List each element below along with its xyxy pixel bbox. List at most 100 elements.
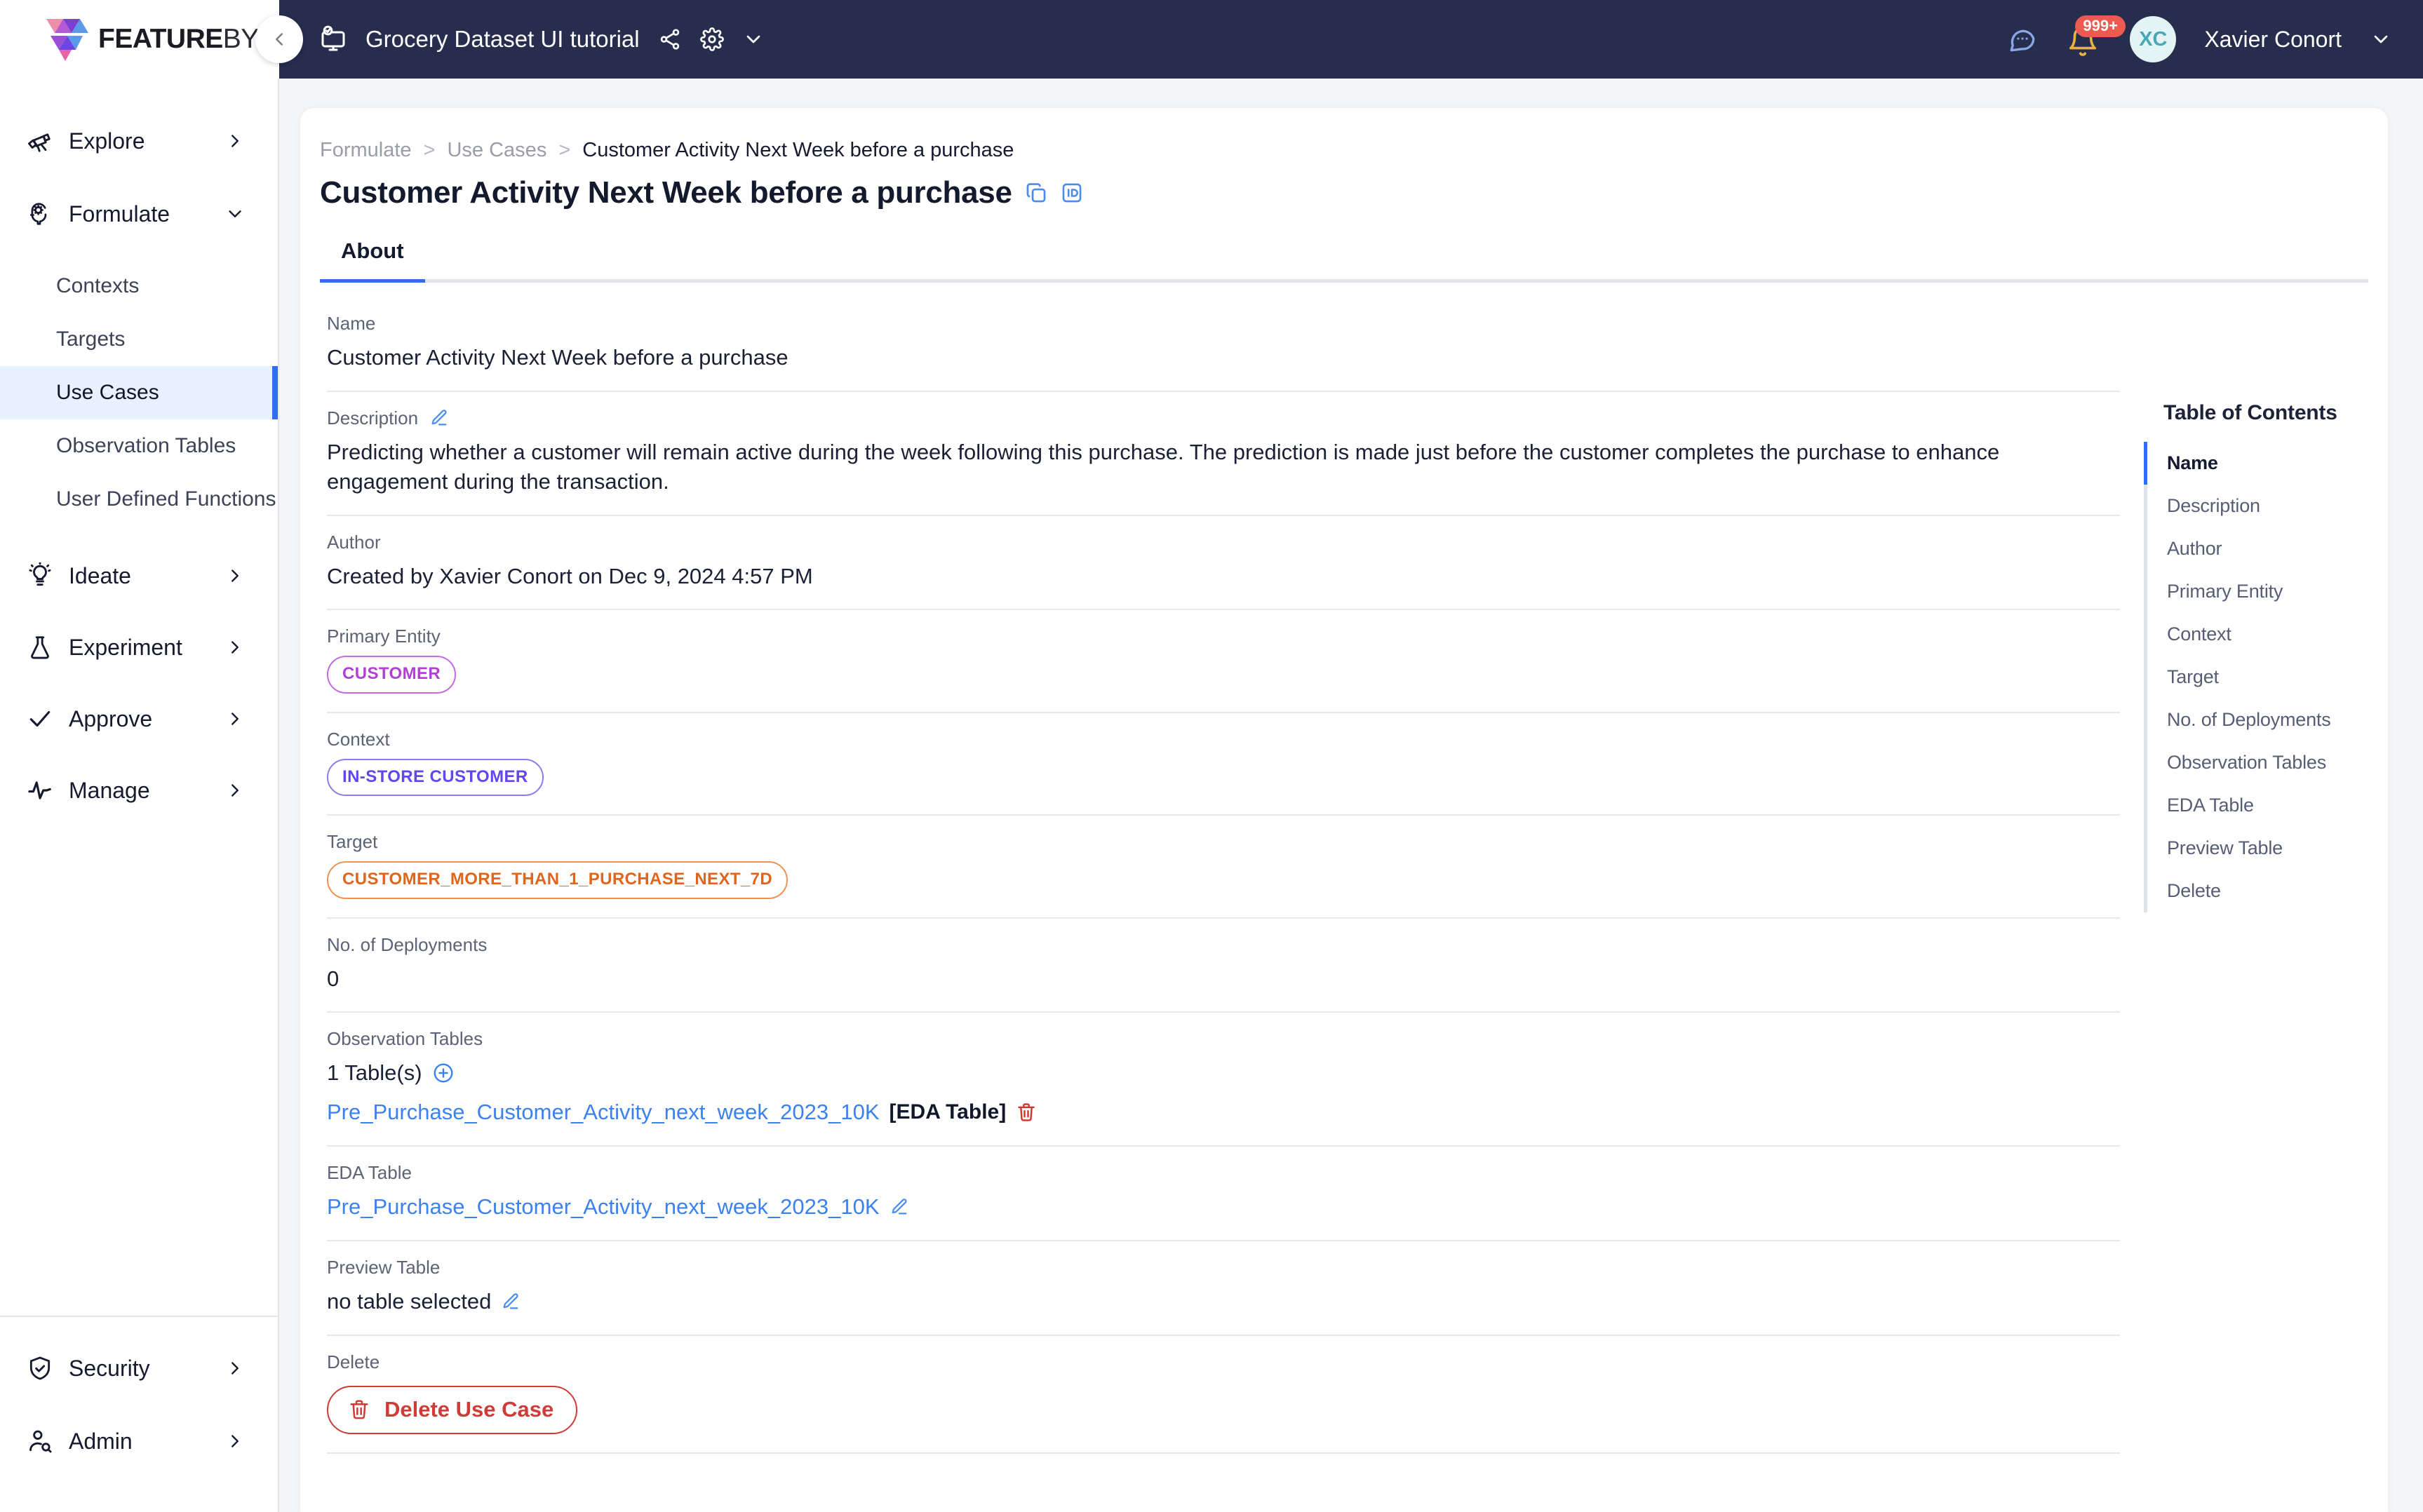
toc-item-preview-table[interactable]: Preview Table	[2147, 827, 2388, 870]
field-label: Preview Table	[327, 1256, 441, 1278]
project-chevron-down-icon[interactable]	[742, 28, 765, 50]
content-card: Formulate > Use Cases > Customer Activit…	[300, 108, 2388, 1512]
eda-table-link[interactable]: Pre_Purchase_Customer_Activity_next_week…	[327, 1192, 880, 1222]
chevron-right-icon	[224, 780, 246, 801]
toc-title: Table of Contents	[2163, 401, 2337, 424]
toc-item-observation-tables[interactable]: Observation Tables	[2147, 741, 2388, 784]
sidebar-item-user-defined-functions[interactable]: User Defined Functions	[0, 473, 278, 526]
delete-use-case-label: Delete Use Case	[384, 1396, 554, 1422]
brand-logo[interactable]: FEATUREBYTE	[0, 0, 293, 79]
chevron-right-icon	[224, 130, 246, 151]
sidebar-item-contexts[interactable]: Contexts	[0, 259, 278, 313]
avatar[interactable]: XC	[2130, 16, 2177, 62]
notifications-button[interactable]: 999+	[2065, 15, 2126, 59]
field-author: Author Created by Xavier Conort on Dec 9…	[327, 516, 2120, 611]
breadcrumb-separator: >	[558, 139, 571, 161]
top-bar-right: 999+ XC Xavier Conort	[2008, 0, 2392, 79]
sidebar-item-admin[interactable]: Admin	[0, 1415, 278, 1467]
toc-item-description[interactable]: Description	[2147, 485, 2388, 527]
field-value: Customer Activity Next Week before a pur…	[327, 345, 788, 370]
field-label: Context	[327, 728, 390, 750]
observation-table-link[interactable]: Pre_Purchase_Customer_Activity_next_week…	[327, 1098, 880, 1127]
preview-table-value: no table selected	[327, 1288, 492, 1314]
field-eda-table: EDA Table Pre_Purchase_Customer_Activity…	[327, 1147, 2120, 1241]
sidebar-item-label: Observation Tables	[56, 434, 236, 457]
sidebar-item-label: Formulate	[69, 201, 170, 227]
edit-pencil-icon[interactable]	[501, 1292, 521, 1311]
field-observation-tables: Observation Tables 1 Table(s) Pre_Purcha…	[327, 1013, 2120, 1147]
sidebar-item-label: Approve	[69, 706, 153, 731]
sidebar-item-explore[interactable]: Explore	[0, 115, 278, 167]
sidebar-item-label: Security	[69, 1355, 150, 1381]
lightbulb-icon	[27, 562, 58, 589]
target-pill[interactable]: CUSTOMER_MORE_THAN_1_PURCHASE_NEXT_7D	[327, 861, 788, 899]
project-selector[interactable]: Grocery Dataset UI tutorial	[319, 0, 765, 79]
toc-item-context[interactable]: Context	[2147, 613, 2388, 656]
user-menu-chevron-down-icon[interactable]	[2370, 28, 2392, 50]
field-label: Target	[327, 831, 378, 853]
edit-pencil-icon[interactable]	[429, 408, 449, 428]
field-label: Delete	[327, 1351, 380, 1372]
chevron-right-icon	[224, 708, 246, 729]
id-badge-icon[interactable]	[1060, 181, 1084, 205]
chevron-right-icon	[224, 637, 246, 658]
chevron-down-icon	[224, 203, 246, 224]
sidebar-nav-bottom: Security Admin	[0, 1316, 278, 1512]
edit-pencil-icon[interactable]	[890, 1197, 909, 1217]
notification-badge: 999+	[2075, 15, 2126, 37]
field-delete: Delete Delete Use Case	[327, 1336, 2120, 1454]
plus-circle-icon[interactable]	[432, 1062, 455, 1084]
primary-entity-pill[interactable]: CUSTOMER	[327, 656, 457, 694]
copy-icon[interactable]	[1024, 181, 1048, 205]
sidebar-item-ideate[interactable]: Ideate	[0, 550, 278, 602]
sidebar-item-label: Admin	[69, 1428, 133, 1454]
field-label-text: Description	[327, 407, 419, 428]
field-name: Name Customer Activity Next Week before …	[327, 297, 2120, 392]
sidebar-item-security[interactable]: Security	[0, 1342, 278, 1394]
table-of-contents: Table of Contents Name Description Autho…	[2144, 401, 2388, 912]
sidebar: Explore Formulate Contexts Targets Use C…	[0, 79, 279, 1512]
trash-icon[interactable]	[1016, 1102, 1037, 1123]
field-label: Name	[327, 313, 376, 334]
user-name: Xavier Conort	[2204, 26, 2342, 52]
context-pill[interactable]: IN-STORE CUSTOMER	[327, 758, 544, 797]
telescope-icon	[27, 128, 58, 154]
brain-gear-icon	[27, 201, 58, 227]
sidebar-item-manage[interactable]: Manage	[0, 764, 278, 816]
toc-item-author[interactable]: Author	[2147, 527, 2388, 570]
chat-bubble-icon[interactable]	[2008, 25, 2037, 54]
delete-use-case-button[interactable]: Delete Use Case	[327, 1385, 578, 1434]
sidebar-item-approve[interactable]: Approve	[0, 693, 278, 745]
field-value: Created by Xavier Conort on Dec 9, 2024 …	[327, 563, 813, 588]
breadcrumb-use-cases[interactable]: Use Cases	[447, 139, 546, 162]
share-icon[interactable]	[658, 27, 682, 51]
toc-item-eda-table[interactable]: EDA Table	[2147, 784, 2388, 827]
gear-icon[interactable]	[699, 27, 724, 51]
sidebar-item-label: Ideate	[69, 562, 131, 588]
breadcrumb-formulate[interactable]: Formulate	[320, 139, 412, 162]
field-label: Primary Entity	[327, 626, 441, 647]
sidebar-item-targets[interactable]: Targets	[0, 313, 278, 366]
sidebar-item-label: Experiment	[69, 634, 182, 660]
breadcrumb-separator: >	[423, 139, 436, 161]
field-target: Target CUSTOMER_MORE_THAN_1_PURCHASE_NEX…	[327, 816, 2120, 919]
sidebar-item-experiment[interactable]: Experiment	[0, 621, 278, 673]
toc-item-name[interactable]: Name	[2144, 442, 2388, 485]
toc-item-primary-entity[interactable]: Primary Entity	[2147, 570, 2388, 613]
sidebar-item-use-cases[interactable]: Use Cases	[0, 366, 278, 419]
breadcrumb: Formulate > Use Cases > Customer Activit…	[320, 139, 1014, 162]
chevron-right-icon	[224, 565, 246, 586]
tab-about[interactable]: About	[320, 238, 425, 283]
chevron-right-icon	[224, 1358, 246, 1379]
toc-item-target[interactable]: Target	[2147, 656, 2388, 698]
toc-item-delete[interactable]: Delete	[2147, 870, 2388, 912]
detail-list: Name Customer Activity Next Week before …	[327, 297, 2120, 1454]
page-area: Formulate > Use Cases > Customer Activit…	[279, 79, 2423, 1512]
sidebar-item-formulate[interactable]: Formulate	[0, 188, 278, 240]
sidebar-item-label: Contexts	[56, 274, 140, 297]
brand-name-left: FEATURE	[98, 24, 223, 54]
toc-item-no-of-deployments[interactable]: No. of Deployments	[2147, 698, 2388, 741]
sidebar-item-observation-tables[interactable]: Observation Tables	[0, 419, 278, 473]
sidebar-collapse-button[interactable]	[255, 15, 303, 63]
toc-list: Name Description Author Primary Entity C…	[2144, 442, 2388, 912]
